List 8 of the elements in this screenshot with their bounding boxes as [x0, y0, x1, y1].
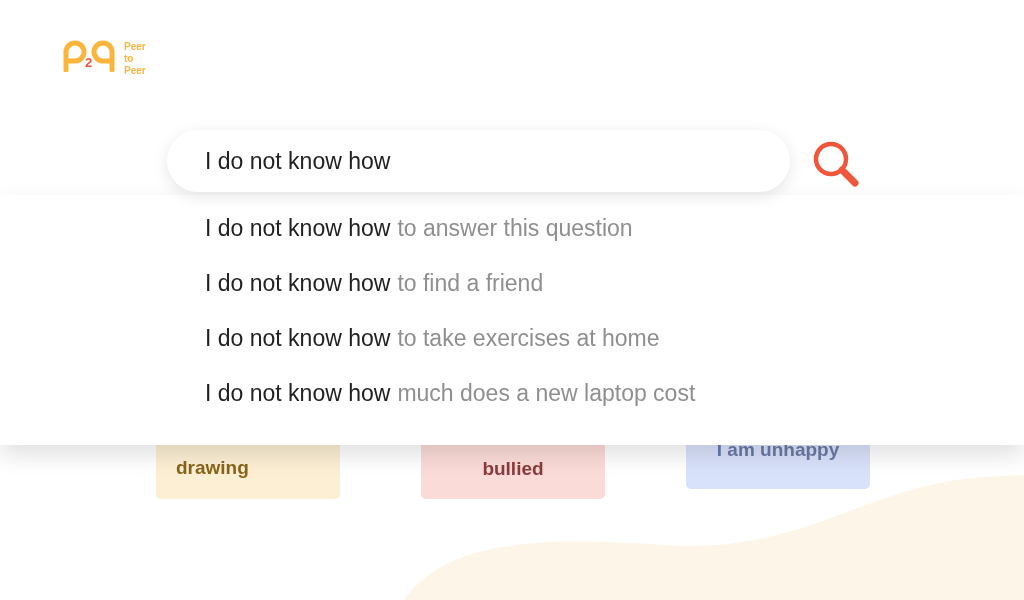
suggestion-item[interactable]: I do not know how to find a friend [205, 270, 544, 325]
search-icon[interactable] [812, 140, 860, 188]
logo-icon [62, 40, 116, 72]
suggestion-item[interactable]: I do not know how to take exercises at home [205, 325, 660, 380]
suggestion-item[interactable]: I do not know how to answer this question [205, 215, 633, 270]
logo-text: Peer to Peer [124, 41, 146, 77]
search-field[interactable]: I do not know how [167, 130, 790, 192]
logo-digit: 2 [85, 56, 93, 69]
